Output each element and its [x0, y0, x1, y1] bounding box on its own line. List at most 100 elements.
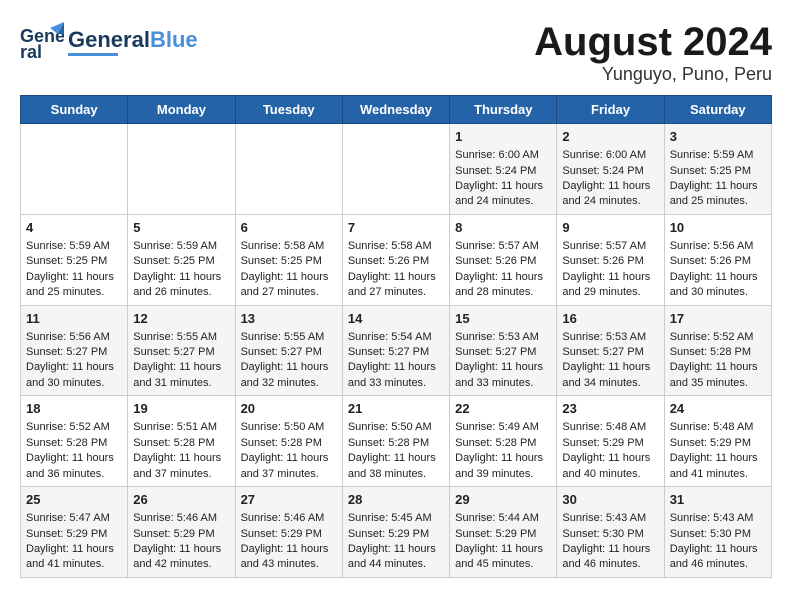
day-number: 22	[455, 400, 551, 418]
sunrise-text: Sunrise: 5:48 AM	[670, 420, 766, 435]
table-row: 11Sunrise: 5:56 AMSunset: 5:27 PMDayligh…	[21, 305, 128, 396]
sunrise-text: Sunrise: 5:55 AM	[241, 330, 337, 345]
table-row: 8Sunrise: 5:57 AMSunset: 5:26 PMDaylight…	[450, 214, 557, 305]
sunset-text: Sunset: 5:29 PM	[348, 527, 444, 542]
daylight-text: Daylight: 11 hours and 39 minutes.	[455, 451, 551, 482]
sunrise-text: Sunrise: 5:44 AM	[455, 511, 551, 526]
calendar-table: Sunday Monday Tuesday Wednesday Thursday…	[20, 95, 772, 578]
day-number: 24	[670, 400, 766, 418]
sunrise-text: Sunrise: 6:00 AM	[455, 148, 551, 163]
sunset-text: Sunset: 5:26 PM	[562, 254, 658, 269]
day-number: 12	[133, 310, 229, 328]
day-number: 7	[348, 219, 444, 237]
daylight-text: Daylight: 11 hours and 41 minutes.	[670, 451, 766, 482]
day-number: 19	[133, 400, 229, 418]
table-row	[235, 124, 342, 215]
day-number: 18	[26, 400, 122, 418]
sunrise-text: Sunrise: 5:59 AM	[133, 239, 229, 254]
table-row: 10Sunrise: 5:56 AMSunset: 5:26 PMDayligh…	[664, 214, 771, 305]
daylight-text: Daylight: 11 hours and 40 minutes.	[562, 451, 658, 482]
sunrise-text: Sunrise: 5:50 AM	[348, 420, 444, 435]
table-row: 18Sunrise: 5:52 AMSunset: 5:28 PMDayligh…	[21, 396, 128, 487]
daylight-text: Daylight: 11 hours and 30 minutes.	[670, 270, 766, 301]
sunrise-text: Sunrise: 5:58 AM	[348, 239, 444, 254]
sunset-text: Sunset: 5:28 PM	[26, 436, 122, 451]
sunset-text: Sunset: 5:27 PM	[455, 345, 551, 360]
table-row: 30Sunrise: 5:43 AMSunset: 5:30 PMDayligh…	[557, 487, 664, 578]
table-row: 7 Sunrise: 5:58 AMSunset: 5:26 PMDaylight…	[342, 214, 449, 305]
daylight-text: Daylight: 11 hours and 44 minutes.	[348, 542, 444, 573]
day-number: 28	[348, 491, 444, 509]
col-tuesday: Tuesday	[235, 96, 342, 124]
sunrise-text: Sunrise: 5:59 AM	[670, 148, 766, 163]
title-block: August 2024 Yunguyo, Puno, Peru	[534, 20, 772, 85]
sunset-text: Sunset: 5:25 PM	[133, 254, 229, 269]
sunrise-text: Sunrise: 5:59 AM	[26, 239, 122, 254]
table-row: 9Sunrise: 5:57 AMSunset: 5:26 PMDaylight…	[557, 214, 664, 305]
col-wednesday: Wednesday	[342, 96, 449, 124]
table-row: 25Sunrise: 5:47 AMSunset: 5:29 PMDayligh…	[21, 487, 128, 578]
daylight-text: Daylight: 11 hours and 35 minutes.	[670, 360, 766, 391]
table-row: 20Sunrise: 5:50 AMSunset: 5:28 PMDayligh…	[235, 396, 342, 487]
sunrise-text: Sunrise: 5:49 AM	[455, 420, 551, 435]
daylight-text: Daylight: 11 hours and 27 minutes.	[348, 270, 444, 301]
sunrise-text: Sunrise: 5:57 AM	[562, 239, 658, 254]
daylight-text: Daylight: 11 hours and 31 minutes.	[133, 360, 229, 391]
sunrise-text: Sunrise: 5:56 AM	[26, 330, 122, 345]
day-number: 9	[562, 219, 658, 237]
calendar-week-row: 4Sunrise: 5:59 AMSunset: 5:25 PMDaylight…	[21, 214, 772, 305]
daylight-text: Daylight: 11 hours and 46 minutes.	[562, 542, 658, 573]
calendar-week-row: 18Sunrise: 5:52 AMSunset: 5:28 PMDayligh…	[21, 396, 772, 487]
daylight-text: Daylight: 11 hours and 38 minutes.	[348, 451, 444, 482]
calendar-week-row: 1Sunrise: 6:00 AMSunset: 5:24 PMDaylight…	[21, 124, 772, 215]
day-number: 3	[670, 128, 766, 146]
sunset-text: Sunset: 5:25 PM	[26, 254, 122, 269]
daylight-text: Daylight: 11 hours and 32 minutes.	[241, 360, 337, 391]
sunset-text: Sunset: 5:28 PM	[670, 345, 766, 360]
sunset-text: Sunset: 5:28 PM	[133, 436, 229, 451]
col-saturday: Saturday	[664, 96, 771, 124]
sunset-text: Sunset: 5:26 PM	[670, 254, 766, 269]
day-number: 4	[26, 219, 122, 237]
table-row: 23Sunrise: 5:48 AMSunset: 5:29 PMDayligh…	[557, 396, 664, 487]
daylight-text: Daylight: 11 hours and 41 minutes.	[26, 542, 122, 573]
table-row: 24Sunrise: 5:48 AMSunset: 5:29 PMDayligh…	[664, 396, 771, 487]
sunset-text: Sunset: 5:25 PM	[670, 164, 766, 179]
table-row: 12Sunrise: 5:55 AMSunset: 5:27 PMDayligh…	[128, 305, 235, 396]
day-number: 26	[133, 491, 229, 509]
sunrise-text: Sunrise: 5:52 AM	[26, 420, 122, 435]
table-row: 4Sunrise: 5:59 AMSunset: 5:25 PMDaylight…	[21, 214, 128, 305]
daylight-text: Daylight: 11 hours and 42 minutes.	[133, 542, 229, 573]
sunset-text: Sunset: 5:27 PM	[133, 345, 229, 360]
sunrise-text: Sunrise: 5:57 AM	[455, 239, 551, 254]
table-row: 3Sunrise: 5:59 AMSunset: 5:25 PMDaylight…	[664, 124, 771, 215]
page-header: Gene ral GeneralBlue August 2024 Yunguyo…	[20, 20, 772, 85]
sunset-text: Sunset: 5:27 PM	[241, 345, 337, 360]
logo-icon: Gene ral	[20, 20, 64, 64]
daylight-text: Daylight: 11 hours and 30 minutes.	[26, 360, 122, 391]
table-row: 19Sunrise: 5:51 AMSunset: 5:28 PMDayligh…	[128, 396, 235, 487]
table-row	[342, 124, 449, 215]
table-row: 14Sunrise: 5:54 AMSunset: 5:27 PMDayligh…	[342, 305, 449, 396]
table-row	[128, 124, 235, 215]
sunrise-text: Sunrise: 5:46 AM	[133, 511, 229, 526]
sunset-text: Sunset: 5:26 PM	[348, 254, 444, 269]
sunrise-text: Sunrise: 5:47 AM	[26, 511, 122, 526]
calendar-week-row: 11Sunrise: 5:56 AMSunset: 5:27 PMDayligh…	[21, 305, 772, 396]
daylight-text: Daylight: 11 hours and 28 minutes.	[455, 270, 551, 301]
table-row: 5Sunrise: 5:59 AMSunset: 5:25 PMDaylight…	[128, 214, 235, 305]
col-sunday: Sunday	[21, 96, 128, 124]
day-number: 1	[455, 128, 551, 146]
table-row: 21Sunrise: 5:50 AMSunset: 5:28 PMDayligh…	[342, 396, 449, 487]
table-row: 29Sunrise: 5:44 AMSunset: 5:29 PMDayligh…	[450, 487, 557, 578]
sunrise-text: Sunrise: 5:51 AM	[133, 420, 229, 435]
calendar-week-row: 25Sunrise: 5:47 AMSunset: 5:29 PMDayligh…	[21, 487, 772, 578]
sunset-text: Sunset: 5:24 PM	[562, 164, 658, 179]
day-number: 11	[26, 310, 122, 328]
sunset-text: Sunset: 5:28 PM	[455, 436, 551, 451]
day-number: 2	[562, 128, 658, 146]
sunset-text: Sunset: 5:30 PM	[670, 527, 766, 542]
month-title: August 2024	[534, 20, 772, 64]
sunset-text: Sunset: 5:29 PM	[133, 527, 229, 542]
sunrise-text: Sunrise: 5:53 AM	[562, 330, 658, 345]
